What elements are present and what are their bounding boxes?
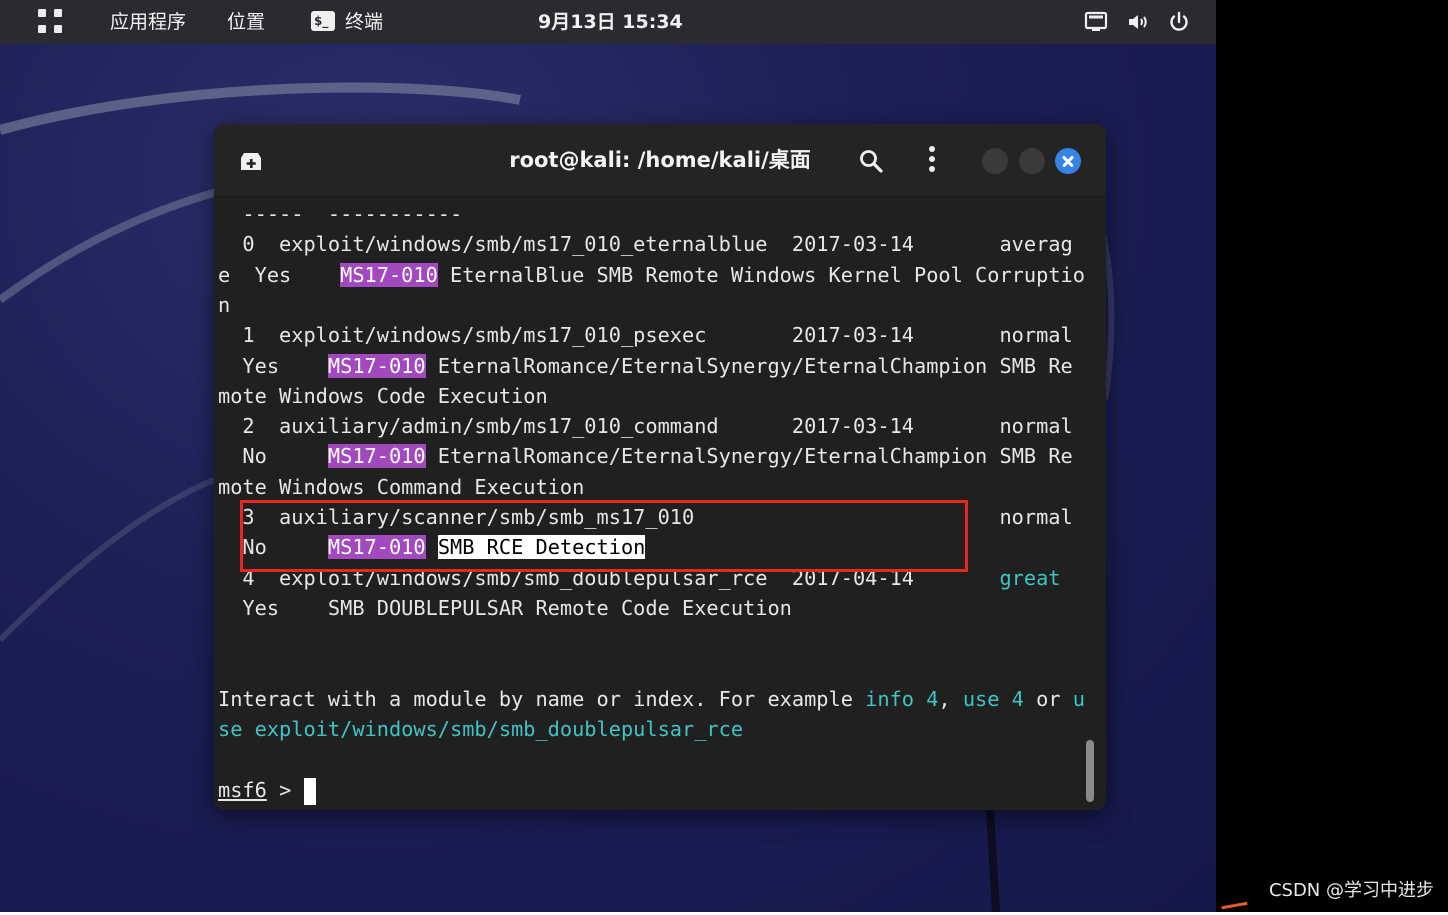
terminal-text: 3 auxiliary/scanner/smb/smb_ms17_010 nor… — [218, 505, 1073, 529]
terminal-output[interactable]: ----- ----------- 0 exploit/windows/smb/… — [214, 197, 1106, 810]
terminal-text: great — [999, 565, 1061, 590]
terminal-text: use 4 — [962, 686, 1024, 711]
terminal-line: Yes MS17-010 EternalRomance/EternalSyner… — [218, 351, 1073, 381]
terminal-scrollbar[interactable] — [1086, 740, 1094, 802]
terminal-line: 0 exploit/windows/smb/ms17_010_eternalbl… — [218, 229, 1073, 259]
terminal-line: n — [218, 290, 230, 320]
terminal-text: , — [938, 686, 963, 711]
window-title: root@kali: /home/kali/桌面 — [509, 148, 811, 172]
terminal-line: 2 auxiliary/admin/smb/ms17_010_command 2… — [218, 411, 1073, 441]
close-icon[interactable] — [1055, 148, 1081, 174]
terminal-line: Interact with a module by name or index.… — [218, 684, 1085, 714]
prompt-label: msf6 — [218, 777, 267, 802]
terminal-text: EternalRomance/EternalSynergy/EternalCha… — [425, 444, 1073, 469]
terminal-line: mote Windows Code Execution — [218, 381, 548, 411]
terminal-text: u — [1072, 686, 1085, 711]
terminal-text: info 4 — [865, 686, 939, 711]
terminal-text: 0 exploit/windows/smb/ms17_010_eternalbl… — [218, 232, 1073, 257]
highlighted-text: MS17-010 — [327, 353, 426, 378]
watermark: CSDN @学习中进步 — [1268, 880, 1434, 901]
highlighted-text: SMB RCE Detection — [437, 535, 646, 560]
terminal-line: 3 auxiliary/scanner/smb/smb_ms17_010 nor… — [218, 502, 1073, 532]
terminal-text: EternalBlue SMB Remote Windows Kernel Po… — [437, 262, 1085, 287]
terminal-text: 4 exploit/windows/smb/smb_doublepulsar_r… — [218, 565, 1000, 590]
terminal-line: Yes SMB DOUBLEPULSAR Remote Code Executi… — [218, 593, 792, 623]
terminal-window: root@kali: /home/kali/桌面 ----- ---------… — [214, 124, 1106, 810]
text-cursor — [303, 777, 316, 805]
power-icon[interactable] — [1167, 10, 1191, 34]
terminal-text: No — [218, 535, 328, 560]
terminal-text: 2 auxiliary/admin/smb/ms17_010_command 2… — [218, 414, 1073, 439]
terminal-text: se exploit/windows/smb/smb_doublepulsar_… — [218, 717, 744, 742]
volume-icon[interactable] — [1126, 10, 1150, 34]
terminal-text: n — [218, 292, 231, 317]
terminal-text: mote Windows Command Execution — [218, 474, 585, 499]
right-black-strip — [1216, 0, 1448, 912]
prompt-symbol: > — [279, 777, 292, 802]
terminal-icon: $_ — [311, 11, 335, 31]
screen-icon[interactable] — [1084, 10, 1108, 34]
terminal-text: or — [1023, 686, 1073, 711]
clock[interactable]: 9月13日 15:34 — [538, 9, 683, 35]
terminal-line: No MS17-010 SMB RCE Detection — [218, 532, 646, 562]
places-menu[interactable]: 位置 — [227, 9, 265, 35]
terminal-text: ----- ----------- — [218, 202, 463, 226]
terminal-text: Yes SMB DOUBLEPULSAR Remote Code Executi… — [218, 595, 792, 620]
prompt-line[interactable]: msf6 > — [218, 775, 316, 805]
applications-menu[interactable]: 应用程序 — [110, 9, 186, 35]
terminal-text: e Yes — [218, 262, 341, 287]
apps-grid-icon[interactable] — [38, 9, 64, 35]
terminal-app-menu[interactable]: 终端 — [345, 9, 383, 35]
terminal-text: No — [218, 444, 328, 469]
terminal-titlebar[interactable]: root@kali: /home/kali/桌面 — [214, 124, 1106, 197]
terminal-line: mote Windows Command Execution — [218, 472, 584, 502]
terminal-text: Yes — [218, 353, 328, 378]
terminal-text: 1 exploit/windows/smb/ms17_010_psexec 20… — [218, 323, 1073, 348]
terminal-line: e Yes MS17-010 EternalBlue SMB Remote Wi… — [218, 260, 1085, 290]
menu-icon[interactable] — [922, 146, 942, 174]
terminal-line: se exploit/windows/smb/smb_doublepulsar_… — [218, 714, 743, 744]
terminal-line: No MS17-010 EternalRomance/EternalSynerg… — [218, 441, 1073, 471]
highlighted-text: MS17-010 — [327, 535, 426, 560]
maximize-button[interactable] — [1019, 148, 1045, 174]
terminal-text: EternalRomance/EternalSynergy/EternalCha… — [425, 353, 1073, 378]
minimize-button[interactable] — [982, 148, 1008, 174]
terminal-line: 1 exploit/windows/smb/ms17_010_psexec 20… — [218, 320, 1073, 350]
highlighted-text: MS17-010 — [340, 262, 438, 287]
highlighted-text: MS17-010 — [327, 444, 426, 469]
terminal-line: 4 exploit/windows/smb/smb_doublepulsar_r… — [218, 563, 1061, 593]
terminal-line: ----- ----------- — [218, 199, 462, 229]
search-icon[interactable] — [858, 148, 884, 174]
top-panel: 应用程序 位置 $_ 终端 9月13日 15:34 — [0, 0, 1216, 44]
terminal-text: Interact with a module by name or index.… — [218, 686, 866, 711]
terminal-text: mote Windows Code Execution — [218, 383, 548, 408]
